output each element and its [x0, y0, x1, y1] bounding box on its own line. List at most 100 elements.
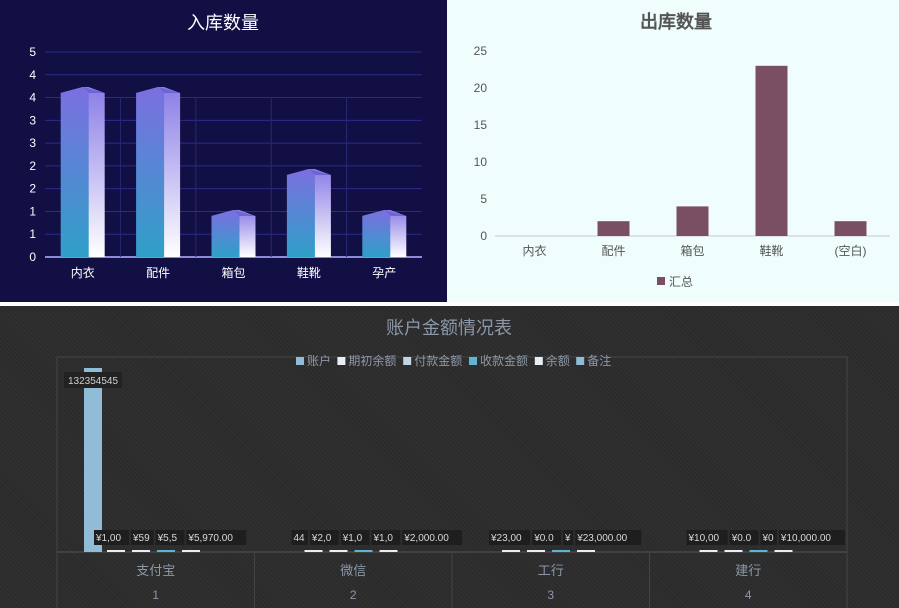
data-label: 132354545 [68, 376, 118, 387]
bar [502, 550, 520, 552]
legend-label: 收款金额 [480, 353, 528, 368]
bar [286, 169, 315, 257]
data-label: ¥5,970.00 [187, 533, 233, 544]
y-tick-label: 3 [29, 113, 36, 127]
bar [60, 87, 89, 257]
y-tick-label: 0 [29, 250, 36, 264]
data-label: ¥10,000.00 [780, 533, 831, 544]
y-tick-label: 20 [474, 81, 488, 95]
y-tick-label: 4 [29, 68, 36, 82]
data-label: ¥0.0 [731, 533, 752, 544]
x-tick-index: 4 [745, 588, 752, 602]
bar [329, 550, 348, 552]
x-tick-label: 配件 [146, 266, 170, 280]
inbound-chart: 入库数量 0 1 1 2 2 3 3 4 4 5 内衣 配件 箱包 鞋靴 孕产 [29, 13, 422, 280]
account-chart: 账户金额情况表账户 期初余额 付款金额 收款金额 余额 备注 132354545 ¥1,00 ¥… [56, 318, 848, 608]
y-tick-label: 25 [474, 44, 488, 58]
outbound-chart-panel: 出库数量 0 5 10 15 20 25 内衣 配件 箱包 鞋靴 (空白) 汇总 [447, 0, 899, 302]
x-tick-label: 内衣 [522, 243, 546, 258]
data-label: ¥1,0 [342, 533, 363, 544]
bar [354, 550, 373, 552]
y-tick-label: 0 [480, 229, 487, 243]
y-tick-label: 15 [474, 118, 488, 132]
legend-label: 备注 [587, 353, 611, 368]
y-tick-label: 10 [474, 155, 488, 169]
bar [699, 550, 718, 552]
bar [527, 550, 545, 552]
chart-title: 出库数量 [640, 11, 712, 32]
y-tick-label: 4 [29, 91, 36, 105]
legend-label: 余额 [546, 353, 570, 368]
x-tick-label: 孕产 [372, 266, 396, 280]
x-tick-label: 内衣 [71, 265, 95, 280]
x-tick-label: (空白) [835, 243, 867, 258]
bar [577, 550, 595, 552]
legend-swatch [576, 357, 585, 365]
bar [136, 87, 165, 257]
legend-label: 付款金额 [414, 353, 462, 368]
bar [157, 550, 175, 552]
data-label: ¥59 [132, 533, 150, 544]
x-tick-label: 配件 [601, 244, 625, 258]
data-label: ¥2,000.00 [403, 533, 449, 544]
data-label: ¥10,00 [688, 533, 720, 544]
x-tick-label: 鞋靴 [759, 243, 783, 258]
x-tick-label: 鞋靴 [297, 265, 321, 280]
y-tick-label: 1 [29, 204, 36, 218]
legend-label: 期初余额 [348, 353, 396, 368]
legend-label: 账户 [307, 353, 331, 368]
x-tick-index: 2 [350, 588, 357, 602]
data-label: ¥23,00 [490, 533, 522, 544]
bar [362, 210, 391, 257]
legend-swatch [534, 357, 543, 365]
data-label: ¥1,0 [373, 533, 394, 544]
legend-swatch [296, 357, 304, 365]
bar [749, 550, 768, 552]
bar [84, 368, 102, 552]
legend-swatch [337, 357, 346, 365]
x-tick-label: 支付宝 [136, 563, 175, 578]
data-label: ¥2,0 [311, 533, 332, 544]
bar [107, 550, 125, 552]
bar [774, 550, 793, 552]
bar [755, 65, 788, 236]
y-tick-label: 3 [29, 136, 36, 150]
x-tick-label: 建行 [735, 563, 761, 578]
data-label: ¥5,5 [157, 533, 178, 544]
bar [182, 550, 200, 552]
x-tick-index: 3 [547, 588, 554, 602]
inbound-chart-panel: 入库数量 0 1 1 2 2 3 3 4 4 5 内衣 配件 箱包 鞋靴 孕产 [0, 0, 447, 302]
x-tick-label: 箱包 [221, 265, 245, 280]
legend-swatch [469, 357, 477, 365]
x-tick-index: 1 [152, 588, 159, 602]
data-label: ¥0 [762, 533, 775, 544]
account-chart-panel: 账户金额情况表账户 期初余额 付款金额 收款金额 余额 备注 132354545 ¥1,00 ¥… [0, 306, 899, 608]
bar [304, 550, 323, 552]
data-label: ¥0.0 [533, 533, 554, 544]
x-tick-label: 工行 [538, 563, 564, 578]
y-tick-label: 5 [480, 192, 487, 206]
chart-title: 入库数量 [187, 13, 259, 33]
y-tick-label: 5 [29, 45, 36, 59]
outbound-chart: 出库数量 0 5 10 15 20 25 内衣 配件 箱包 鞋靴 (空白) 汇总 [474, 11, 890, 289]
bar [132, 550, 150, 552]
y-tick-label: 1 [29, 227, 36, 241]
bar [834, 221, 867, 236]
bar [597, 221, 630, 236]
x-tick-label: 微信 [340, 563, 366, 578]
chart-title: 账户金额情况表 [386, 318, 512, 338]
legend-swatch [657, 277, 665, 285]
bar [379, 550, 398, 552]
data-label: 44 [294, 533, 306, 544]
x-tick-label: 箱包 [680, 243, 704, 258]
bar [676, 206, 709, 236]
data-label: ¥1,00 [95, 533, 121, 544]
y-tick-label: 2 [29, 159, 36, 173]
bar [211, 210, 240, 257]
data-label: ¥23,000.00 [576, 533, 627, 544]
bar [552, 550, 570, 552]
bar [724, 550, 743, 552]
legend-label: 汇总 [669, 275, 693, 289]
legend-swatch [403, 357, 412, 365]
y-tick-label: 2 [29, 182, 36, 196]
